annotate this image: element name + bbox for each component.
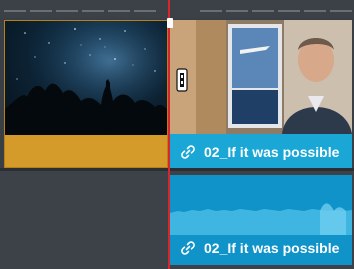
playhead[interactable] — [168, 0, 170, 269]
ruler-tick — [30, 10, 52, 12]
ruler-tick — [278, 10, 300, 12]
clip-label: 02_If it was possible — [170, 136, 352, 168]
interview-thumbnail-image — [170, 20, 352, 134]
ruler-tick — [108, 10, 130, 12]
link-icon — [181, 145, 195, 159]
video-clip-interview[interactable]: 02_If it was possible — [170, 20, 352, 168]
clip-thumbnail — [170, 20, 352, 134]
ruler-tick — [200, 10, 222, 12]
ruler-tick — [330, 10, 352, 12]
link-icon — [181, 241, 195, 255]
audio-waveform — [170, 203, 352, 235]
clip-label: 02_If it was possible — [170, 231, 352, 265]
ruler-tick — [304, 10, 326, 12]
clip-name: 02_If it was possible — [204, 144, 340, 160]
ruler-tick — [4, 10, 26, 12]
playhead-handle[interactable] — [167, 18, 173, 28]
ruler-tick — [82, 10, 104, 12]
video-clip-night-sky[interactable] — [4, 20, 168, 168]
night-sky-thumbnail-image — [5, 21, 167, 135]
ruler-tick — [134, 10, 156, 12]
clip-thumbnail — [5, 21, 167, 135]
audio-clip-interview[interactable]: 02_If it was possible — [170, 175, 352, 265]
ruler-tick — [226, 10, 248, 12]
clip-name: 02_If it was possible — [204, 240, 340, 256]
ruler-tick — [252, 10, 274, 12]
timeline-ruler[interactable] — [0, 0, 354, 18]
trim-cursor-icon — [176, 68, 188, 92]
ruler-tick — [56, 10, 78, 12]
